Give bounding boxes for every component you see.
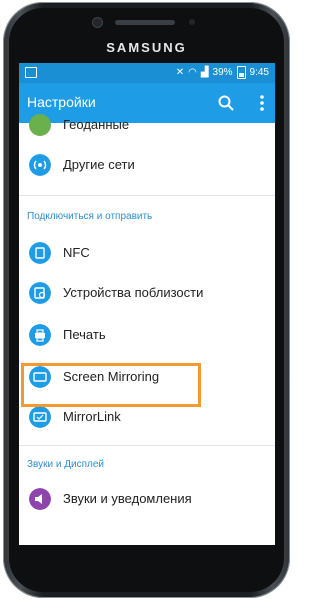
status-icons: ✕ ◠ ▟ 39% 9:45 [176, 66, 269, 79]
list-item-label: NFC [63, 245, 90, 260]
highlight-frame [21, 363, 201, 407]
location-icon [29, 114, 51, 136]
list-item-label: Печать [63, 327, 106, 342]
wifi-icon: ◠ [188, 66, 197, 78]
settings-list: Геоданные Другие сети Подключиться и отп… [19, 114, 275, 545]
list-item-print[interactable]: Печать [19, 315, 275, 355]
list-item-label: Устройства поблизости [63, 285, 204, 300]
brand-logo: SAMSUNG [106, 40, 187, 55]
list-item-label: Звуки и уведомления [63, 491, 192, 506]
earpiece-speaker [115, 20, 175, 25]
mirrorlink-icon [29, 406, 51, 428]
nfc-icon [29, 242, 51, 264]
list-item-location[interactable]: Геоданные [19, 105, 275, 145]
print-icon [29, 324, 51, 346]
divider [19, 445, 275, 446]
divider [19, 195, 275, 196]
list-item-label: MirrorLink [63, 409, 121, 424]
front-camera [93, 18, 102, 27]
nearby-devices-icon [29, 282, 51, 304]
list-item-other-networks[interactable]: Другие сети [19, 145, 275, 185]
battery-icon [236, 66, 246, 79]
mute-icon: ✕ [175, 66, 185, 78]
proximity-sensor [189, 19, 195, 25]
list-item-nearby-devices[interactable]: Устройства поблизости [19, 273, 275, 313]
clock: 9:45 [249, 67, 269, 78]
sound-icon [29, 488, 51, 510]
list-item-label: Геоданные [63, 117, 130, 132]
list-item-nfc[interactable]: NFC [19, 233, 275, 273]
battery-percent: 39% [212, 67, 233, 78]
section-header-sound: Звуки и Дисплей [27, 459, 104, 470]
section-header-connect: Подключиться и отправить [27, 211, 153, 222]
other-networks-icon [29, 154, 51, 176]
signal-icon: ▟ [200, 66, 209, 78]
list-item-label: Другие сети [63, 157, 135, 172]
gallery-notification-icon [25, 67, 37, 78]
phone-screen: ✕ ◠ ▟ 39% 9:45 Настройки Геоданные Други… [19, 63, 275, 545]
status-bar: ✕ ◠ ▟ 39% 9:45 [19, 63, 275, 83]
list-item-sounds[interactable]: Звуки и уведомления [19, 479, 275, 519]
